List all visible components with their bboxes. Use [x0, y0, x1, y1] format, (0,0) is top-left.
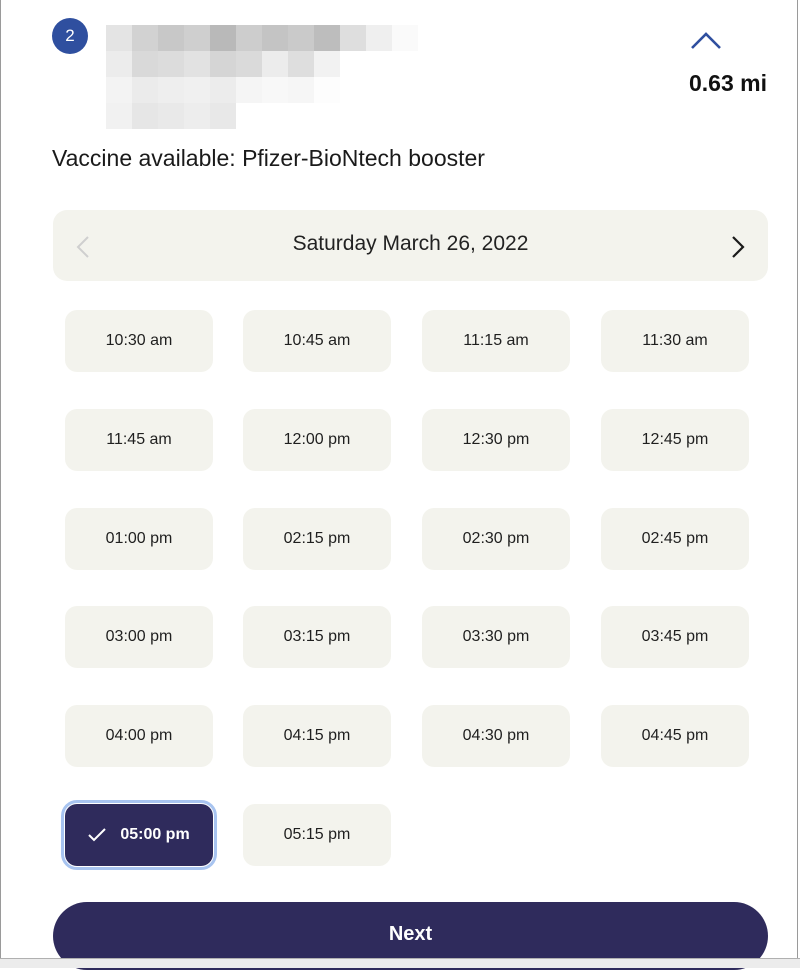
time-slot-label: 02:15 pm [283, 530, 351, 547]
time-slot-label: 04:45 pm [641, 727, 709, 744]
time-slot[interactable]: 02:15 pm [243, 508, 391, 570]
time-slot[interactable]: 12:30 pm [422, 409, 570, 471]
time-slot-label: 03:45 pm [641, 628, 709, 645]
time-slot[interactable]: 04:15 pm [243, 705, 391, 767]
time-slot[interactable]: 04:30 pm [422, 705, 570, 767]
checkmark-icon [88, 828, 107, 842]
time-slot-label: 03:15 pm [283, 628, 351, 645]
time-slot[interactable]: 03:00 pm [65, 606, 213, 668]
time-slot[interactable]: 10:30 am [65, 310, 213, 372]
time-slot-label: 10:45 am [283, 332, 351, 349]
time-slot-label: 02:45 pm [641, 530, 709, 547]
next-date-button[interactable] [726, 234, 750, 260]
time-slot-label: 12:00 pm [283, 431, 351, 448]
time-slot[interactable]: 11:45 am [65, 409, 213, 471]
time-slot[interactable]: 03:15 pm [243, 606, 391, 668]
time-slot-label: 05:15 pm [283, 826, 351, 843]
time-slot-label: 01:00 pm [105, 530, 173, 547]
time-slot-label: 11:30 am [642, 332, 708, 349]
distance-label: 0.63 mi [689, 70, 767, 96]
time-slot[interactable]: 11:30 am [601, 310, 749, 372]
redacted-location-name [106, 25, 418, 130]
time-slot-label: 03:30 pm [462, 628, 530, 645]
time-slot-label: 12:30 pm [462, 431, 530, 448]
chevron-up-icon [691, 32, 721, 49]
chevron-right-icon [732, 236, 745, 258]
time-slot-label: 04:00 pm [105, 727, 173, 744]
step-number-badge: 2 [52, 18, 88, 54]
time-slot[interactable]: 02:45 pm [601, 508, 749, 570]
time-slot[interactable]: 04:00 pm [65, 705, 213, 767]
time-slot[interactable]: 11:15 am [422, 310, 570, 372]
vaccine-availability-text: Vaccine available: Pfizer-BioNtech boost… [52, 145, 485, 171]
time-slot-selected[interactable]: 05:00 pm [61, 800, 217, 870]
previous-date-button[interactable] [71, 234, 95, 260]
selected-date: Saturday March 26, 2022 [292, 231, 529, 255]
time-slot[interactable]: 05:15 pm [243, 804, 391, 866]
time-slot[interactable]: 04:45 pm [601, 705, 749, 767]
collapse-toggle-button[interactable] [684, 24, 728, 58]
time-slot-label: 03:00 pm [105, 628, 173, 645]
time-slot-label: 11:45 am [106, 431, 172, 448]
time-slot-label: 04:30 pm [462, 727, 530, 744]
time-slot[interactable]: 12:45 pm [601, 409, 749, 471]
step-number: 2 [65, 26, 75, 45]
time-slot-label: 10:30 am [105, 332, 173, 349]
time-slot[interactable]: 02:30 pm [422, 508, 570, 570]
time-slot[interactable]: 10:45 am [243, 310, 391, 372]
time-slot-label: 12:45 pm [641, 431, 709, 448]
time-slot[interactable]: 03:45 pm [601, 606, 749, 668]
chevron-left-icon [76, 236, 89, 258]
time-slot-label: 05:00 pm [120, 826, 190, 843]
time-slot-label: 02:30 pm [462, 530, 530, 547]
date-navigator: Saturday March 26, 2022 [53, 210, 768, 281]
time-slot[interactable]: 01:00 pm [65, 508, 213, 570]
time-slot[interactable]: 12:00 pm [243, 409, 391, 471]
time-slot-label: 04:15 pm [283, 727, 351, 744]
time-slot-label: 11:15 am [463, 332, 529, 349]
time-slot[interactable]: 03:30 pm [422, 606, 570, 668]
